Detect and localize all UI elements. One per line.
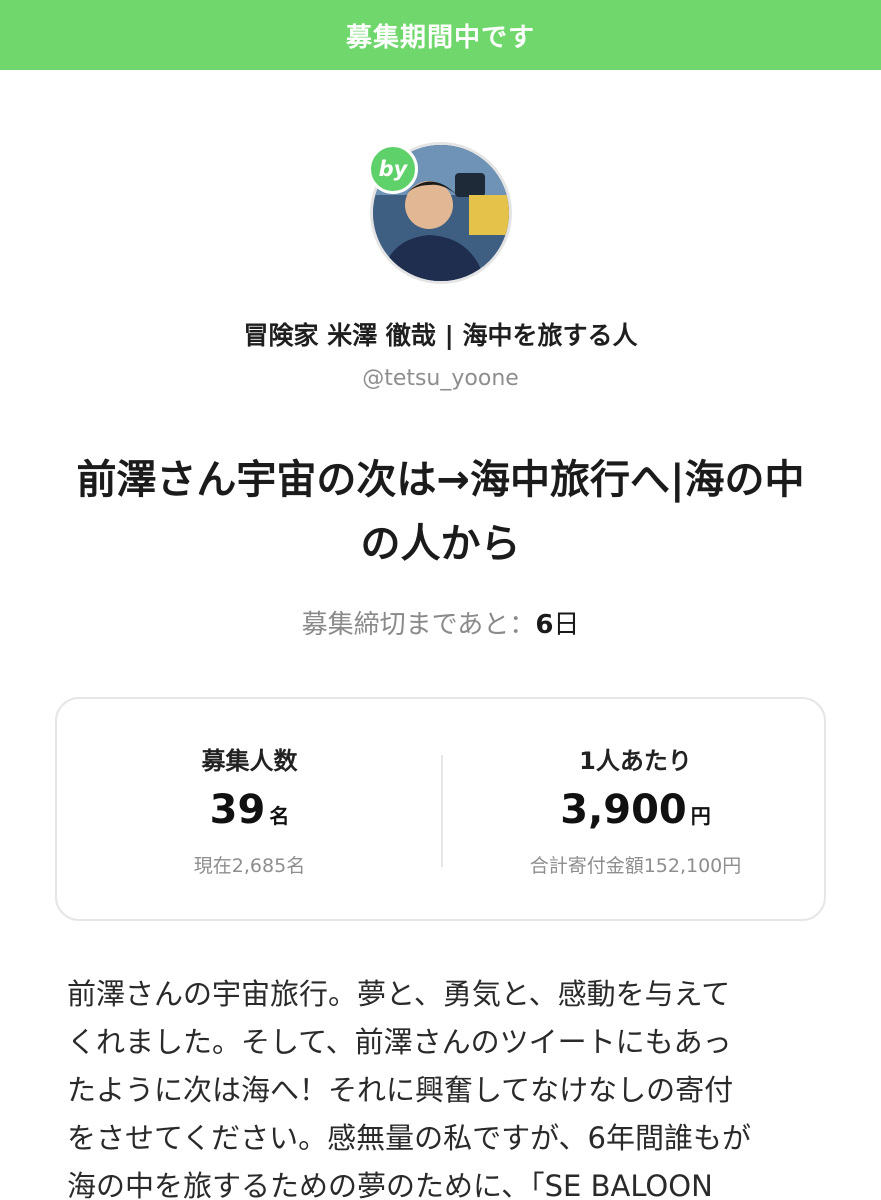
by-badge-label: by [378,157,408,181]
by-badge-icon: by [368,144,418,194]
author-name[interactable]: 冒険家 米澤 徹哉 | 海中を旅する人 [0,316,881,352]
project-title: 前澤さん宇宙の次は→海中旅行へ|海の中の人から [76,457,805,567]
author-avatar[interactable]: by [368,142,512,284]
stat-per-person-number: 3,900 [560,787,687,833]
stat-recruit-sub: 現在2,685名 [193,855,306,877]
stat-recruit: 募集人数 39 名 現在2,685名 [57,699,442,923]
deadline-unit: 日 [553,610,580,640]
stats-card: 募集人数 39 名 現在2,685名 1人あたり 3,900 円 合計寄付金額152… [55,697,826,921]
stat-recruit-label: 募集人数 [201,747,298,775]
stat-per-person-sub: 合計寄付金額152,100円 [529,855,742,877]
status-banner-text: 募集期間中です [345,22,535,53]
stat-recruit-number: 39 [209,787,266,833]
stat-recruit-unit: 名 [269,804,290,828]
author-handle[interactable]: @tetsu_yoone [0,366,881,391]
stat-per-person-label: 1人あたり [579,747,692,775]
stat-per-person-value: 3,900 円 [443,787,828,833]
project-description: 前澤さんの宇宙旅行。夢と、勇気と、感動を与えて くれました。そして、前澤さんのツ… [67,977,752,1200]
status-banner: 募集期間中です [0,0,881,70]
deadline-countdown: 募集締切まであと：6日 [0,604,881,641]
stat-recruit-value: 39 名 [57,787,442,833]
stat-per-person: 1人あたり 3,900 円 合計寄付金額152,100円 [443,699,828,923]
deadline-value: 6 [535,610,554,640]
stat-per-person-unit: 円 [690,804,711,828]
deadline-label: 募集締切まであと： [301,610,536,640]
